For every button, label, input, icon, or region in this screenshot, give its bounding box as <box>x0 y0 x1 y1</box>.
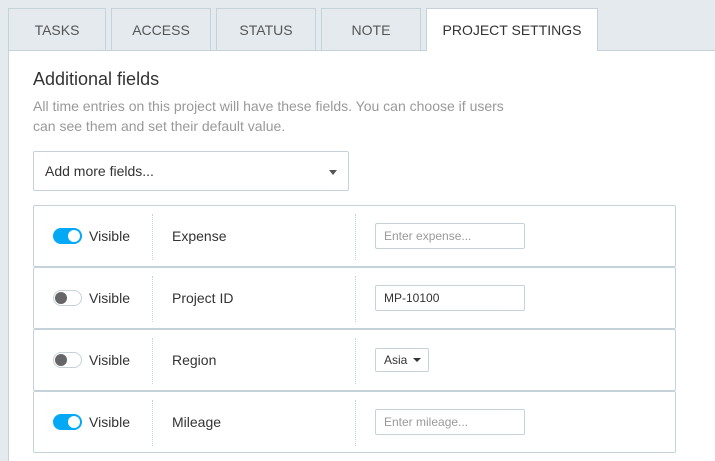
toggle-knob <box>68 230 80 242</box>
add-more-fields-label: Add more fields... <box>45 163 154 179</box>
tab-tasks[interactable]: TASKS <box>8 8 106 50</box>
visible-label: Visible <box>89 228 130 244</box>
caret-down-icon <box>413 358 421 362</box>
add-more-fields-dropdown[interactable]: Add more fields... <box>33 151 349 191</box>
column-divider <box>152 400 153 446</box>
tab-project-settings[interactable]: PROJECT SETTINGS <box>426 8 598 51</box>
region-select-value: Asia <box>384 353 408 367</box>
toggle-knob <box>68 416 80 428</box>
column-divider <box>355 338 356 384</box>
project-id-input[interactable] <box>375 285 525 311</box>
visibility-toggle[interactable] <box>53 290 82 306</box>
region-select[interactable]: Asia <box>375 348 429 372</box>
toggle-knob <box>55 354 67 366</box>
field-name: Project ID <box>172 290 234 306</box>
field-row-region: Visible Region Asia <box>33 329 676 391</box>
section-title: Additional fields <box>33 69 160 89</box>
field-row-project-id: Visible Project ID <box>33 267 676 329</box>
chevron-down-icon <box>329 170 337 175</box>
tab-access[interactable]: ACCESS <box>111 8 211 50</box>
field-row-mileage: Visible Mileage <box>33 391 676 453</box>
visible-label: Visible <box>89 290 130 306</box>
column-divider <box>355 276 356 322</box>
mileage-input[interactable] <box>375 409 525 435</box>
tab-status[interactable]: STATUS <box>216 8 316 50</box>
column-divider <box>355 400 356 446</box>
toggle-knob <box>55 292 67 304</box>
section-description: All time entries on this project will ha… <box>33 98 504 134</box>
project-settings-panel: Additional fields All time entries on th… <box>8 50 715 461</box>
visible-label: Visible <box>89 414 130 430</box>
column-divider <box>152 276 153 322</box>
column-divider <box>152 338 153 384</box>
field-name: Mileage <box>172 414 222 430</box>
field-row-expense: Visible Expense <box>33 205 676 267</box>
field-name: Region <box>172 352 217 368</box>
field-name: Expense <box>172 228 227 244</box>
tab-bar: TASKS ACCESS STATUS NOTE PROJECT SETTING… <box>8 8 598 51</box>
visibility-toggle[interactable] <box>53 352 82 368</box>
visible-label: Visible <box>89 352 130 368</box>
tab-note[interactable]: NOTE <box>321 8 421 50</box>
column-divider <box>152 214 153 260</box>
column-divider <box>355 214 356 260</box>
expense-input[interactable] <box>375 223 525 249</box>
visibility-toggle[interactable] <box>53 414 82 430</box>
visibility-toggle[interactable] <box>53 228 82 244</box>
